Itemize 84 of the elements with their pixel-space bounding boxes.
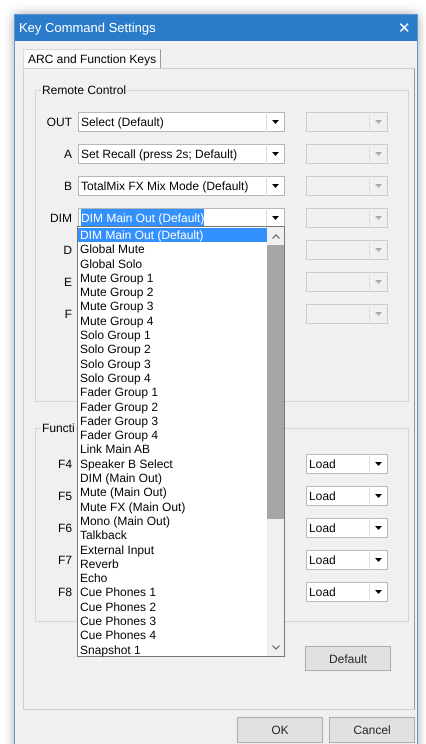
dropdown-field[interactable] <box>306 144 388 164</box>
dropdown-field[interactable] <box>306 240 388 260</box>
caret-icon <box>375 462 382 466</box>
caret-icon <box>375 312 382 316</box>
row-label: F <box>64 306 72 323</box>
default-button[interactable]: Default <box>305 646 391 671</box>
list-item[interactable]: Fader Group 2 <box>78 400 267 414</box>
row-label: B <box>62 178 72 195</box>
list-item[interactable]: Solo Group 3 <box>78 356 267 371</box>
dropdown-field[interactable] <box>306 208 388 228</box>
close-button[interactable]: ✕ <box>398 20 411 36</box>
list-item[interactable]: Echo <box>78 571 267 586</box>
list-item[interactable]: Solo Group 4 <box>78 370 267 386</box>
list-item[interactable]: Mute (Main Out) <box>78 485 267 500</box>
list-item[interactable]: Solo Group 1 <box>78 328 267 342</box>
list-item[interactable]: Talkback <box>78 528 267 543</box>
caret-icon <box>375 216 382 220</box>
list-item[interactable]: Fader Group 3 <box>78 414 267 428</box>
caret-icon <box>375 184 382 188</box>
dropdown-field[interactable]: Load <box>306 486 388 506</box>
scroll-up-icon[interactable] <box>272 234 280 238</box>
caret-icon <box>375 526 382 530</box>
group-title: Remote Control <box>41 83 128 97</box>
list-item[interactable]: Reverb <box>78 556 267 572</box>
dropdown-field[interactable]: Set Recall (press 2s; Default) <box>78 144 285 164</box>
row-label: A <box>62 146 72 163</box>
list-item[interactable]: Link Main AB <box>78 442 267 457</box>
list-item[interactable]: Mute FX (Main Out) <box>78 500 267 514</box>
ok-button[interactable]: OK <box>237 717 323 743</box>
scrollbar[interactable] <box>267 227 284 656</box>
caret-icon <box>375 590 382 594</box>
row-label: F5 <box>56 488 72 505</box>
caret-icon <box>272 216 279 220</box>
row-label: D <box>62 242 72 259</box>
list-item[interactable]: DIM (Main Out) <box>78 471 267 486</box>
dropdown-field[interactable] <box>306 176 388 196</box>
caret-icon <box>375 120 382 124</box>
caret-icon <box>375 152 382 156</box>
group-title: Functi <box>41 421 76 435</box>
list-item[interactable]: Fader Group 4 <box>78 428 267 442</box>
row-label: OUT <box>46 114 72 131</box>
list-item[interactable]: Cue Phones 2 <box>78 600 267 614</box>
caret-icon <box>375 248 382 252</box>
caret-icon <box>272 184 279 188</box>
dropdown-field[interactable] <box>306 112 388 132</box>
row-label: E <box>62 274 72 291</box>
dropdown-field[interactable]: Load <box>306 454 388 474</box>
list-item[interactable]: Solo Group 2 <box>78 342 267 357</box>
cancel-button[interactable]: Cancel <box>329 717 415 743</box>
caret-icon <box>272 152 279 156</box>
caret-icon <box>375 280 382 284</box>
dropdown-field[interactable] <box>306 272 388 292</box>
dropdown-field[interactable]: TotalMix FX Mix Mode (Default) <box>78 176 285 196</box>
caret-icon <box>375 494 382 498</box>
row-label: F8 <box>56 584 72 601</box>
dropdown-field[interactable] <box>306 304 388 324</box>
row-label: DIM <box>49 210 72 227</box>
scroll-thumb[interactable] <box>267 245 284 519</box>
list-item[interactable]: Speaker B Select <box>78 456 267 472</box>
window-title: Key Command Settings <box>19 19 156 38</box>
list-item[interactable]: Cue Phones 1 <box>78 585 267 600</box>
list-item[interactable]: Fader Group 1 <box>78 385 267 400</box>
caret-icon <box>272 120 279 124</box>
tab[interactable]: ARC and Function Keys <box>23 49 162 68</box>
list-item[interactable]: Global Solo <box>78 256 267 271</box>
list-item[interactable]: Mute Group 1 <box>78 270 267 286</box>
list-item[interactable]: Mute Group 2 <box>78 285 267 300</box>
list-item[interactable]: Mute Group 4 <box>78 314 267 328</box>
list-item[interactable]: Cue Phones 3 <box>78 614 267 628</box>
dropdown-field[interactable]: Select (Default) <box>78 112 285 132</box>
dropdown-field[interactable]: Load <box>306 582 388 602</box>
list-item[interactable]: External Input <box>78 542 267 557</box>
dropdown-field[interactable]: Load <box>306 550 388 570</box>
list-item[interactable]: Snapshot 1 <box>78 642 267 657</box>
list-item[interactable]: Mono (Main Out) <box>78 514 267 528</box>
list-item[interactable]: Global Mute <box>78 242 267 257</box>
row-label: F4 <box>56 456 72 473</box>
list-item[interactable]: Mute Group 3 <box>78 299 267 314</box>
row-label: F7 <box>56 552 72 569</box>
list-item[interactable]: Cue Phones 4 <box>78 628 267 643</box>
row-label: F6 <box>56 520 72 537</box>
scroll-down-icon[interactable] <box>272 644 280 650</box>
caret-icon <box>375 558 382 562</box>
dropdown-field[interactable]: Load <box>306 518 388 538</box>
